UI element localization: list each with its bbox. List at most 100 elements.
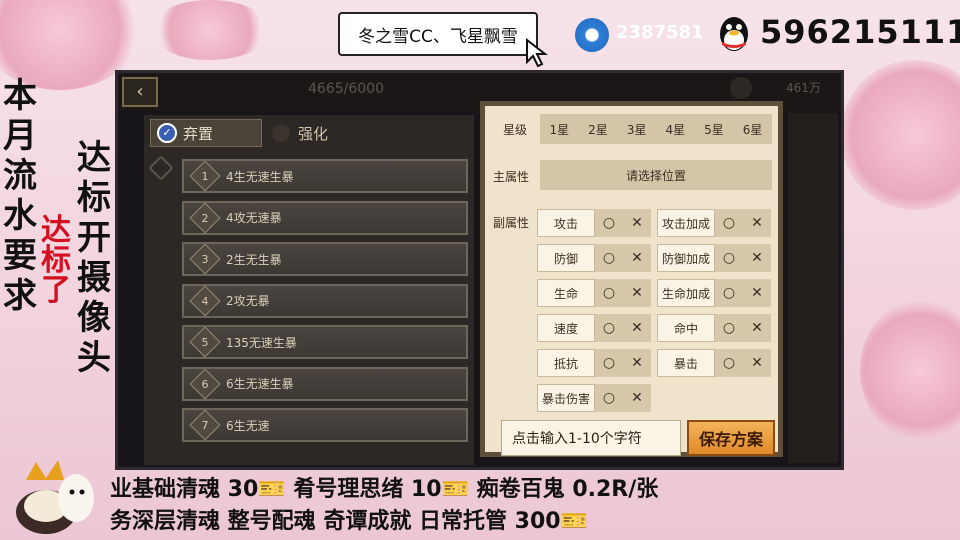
vertical-char: 流 [3,156,37,196]
sub-attr-hp-bonus[interactable]: 生命加成 ○ ✕ [657,279,771,307]
cross-icon[interactable]: ✕ [743,314,771,342]
banner-line-1: 业基础清魂 30🎫 肴号理思绪 10🎫 痴卷百鬼 0.2R/张 [110,477,659,502]
cross-icon[interactable]: ✕ [623,384,651,412]
position-select[interactable]: 请选择位置 [540,160,772,190]
star-option[interactable]: 5星 [704,121,724,138]
circle-icon[interactable]: ○ [715,279,743,307]
plan-number: 7 [201,418,209,432]
circle-icon[interactable]: ○ [715,349,743,377]
circle-icon[interactable]: ○ [715,209,743,237]
input-placeholder: 点击输入1-10个字符 [512,431,642,447]
star-option[interactable]: 6星 [743,121,763,138]
cross-icon[interactable]: ✕ [623,349,651,377]
plan-label: 2生无生暴 [226,252,282,267]
attr-name: 暴击 [657,349,715,377]
cross-icon[interactable]: ✕ [743,279,771,307]
check-icon: ✓ [157,123,177,143]
sub-attr-attack[interactable]: 攻击 ○ ✕ [537,209,651,237]
tab-discard[interactable]: ✓ 弃置 [150,119,262,147]
side-strip [788,113,838,463]
back-arrow-icon[interactable]: ‹ [122,77,158,107]
sub-attr-defense-bonus[interactable]: 防御加成 ○ ✕ [657,244,771,272]
plan-label: 135无速生暴 [226,335,297,350]
star-selector: 1星 2星 3星 4星 5星 6星 [540,114,772,144]
vertical-char: 月 [3,116,37,156]
sub-attr-speed[interactable]: 速度 ○ ✕ [537,314,651,342]
circle-icon[interactable]: ○ [595,349,623,377]
attr-name: 攻击加成 [657,209,715,237]
plan-label: 4攻无速暴 [226,211,282,225]
plan-number-badge: 1 [189,160,221,192]
circle-icon[interactable]: ○ [595,244,623,272]
attr-name: 速度 [537,314,595,342]
plan-label: 6生无速生暴 [226,377,294,391]
tab-enhance-label: 强化 [298,124,329,143]
attr-name: 攻击 [537,209,595,237]
sub-attr-accuracy[interactable]: 命中 ○ ✕ [657,314,771,342]
save-plan-button[interactable]: 保存方案 [687,420,775,456]
soul-plan-panel: ✓ 弃置 强化 1 4生无速生暴 2 4攻无速暴 3 2生无生暴 4 2攻无暴 5 135… [144,115,474,465]
plan-number: 1 [201,169,209,183]
plan-item[interactable]: 3 2生无生暴 [182,242,468,276]
plan-number: 4 [201,294,209,307]
plan-list: 1 4生无速生暴 2 4攻无速暴 3 2生无生暴 4 2攻无暴 5 135无速生暴 6 6生… [182,159,468,450]
sub-attr-resist[interactable]: 抵抗 ○ ✕ [537,349,651,377]
cross-icon[interactable]: ✕ [623,209,651,237]
plan-item[interactable]: 7 6生无速 [182,408,468,442]
cross-icon[interactable]: ✕ [743,209,771,237]
star-option[interactable]: 3星 [627,121,647,138]
social-id: 2387581 [616,22,704,43]
camera-goal-text: 达 标 开 摄 像 头 [74,138,114,378]
plan-item[interactable]: 4 2攻无暴 [182,283,468,318]
sub-attr-attack-bonus[interactable]: 攻击加成 ○ ✕ [657,209,771,237]
circle-icon[interactable]: ○ [595,314,623,342]
filter-dialog: 星级 1星 2星 3星 4星 5星 6星 主属性 请选择位置 副属性 攻击 ○ ✕ … [480,101,783,457]
vertical-char: 开 [77,218,111,258]
cross-icon[interactable]: ✕ [743,349,771,377]
plan-number: 5 [201,335,209,349]
blossom-decoration [150,0,270,60]
plan-number-badge: 4 [189,284,221,317]
cross-icon[interactable]: ✕ [623,279,651,307]
plan-item[interactable]: 1 4生无速生暴 [182,159,468,193]
vertical-char: 像 [77,298,111,338]
star-option[interactable]: 2星 [588,121,608,138]
sub-attr-crit-dmg[interactable]: 暴击伤害 ○ ✕ [537,384,651,412]
plan-number: 6 [201,377,209,390]
sub-attr-defense[interactable]: 防御 ○ ✕ [537,244,651,272]
vertical-char: 求 [3,276,37,316]
tab-enhance[interactable]: 强化 [266,119,378,147]
circle-icon[interactable]: ○ [595,384,623,412]
mouse-pointer-icon [526,38,548,68]
circle-icon[interactable]: ○ [715,244,743,272]
attr-name: 暴击伤害 [537,384,595,412]
sub-attr-hp[interactable]: 生命 ○ ✕ [537,279,651,307]
cross-icon[interactable]: ✕ [743,244,771,272]
vertical-char: 头 [77,338,111,378]
vertical-char: 水 [3,196,37,236]
money-amount: 461万 [786,81,821,95]
plan-item[interactable]: 2 4攻无速暴 [182,200,468,235]
main-attr-label: 主属性 [493,170,530,184]
star-option[interactable]: 4星 [665,121,685,138]
plan-number-badge: 7 [189,409,221,441]
qq-number: 596215111 [760,13,960,51]
plan-item[interactable]: 6 6生无速生暴 [182,366,468,401]
circle-icon[interactable]: ○ [595,279,623,307]
circle-icon[interactable]: ○ [715,314,743,342]
achieved-text: 达 标 了 [36,216,76,306]
enhance-icon [272,124,290,142]
attr-name: 防御加成 [657,244,715,272]
plan-name-input[interactable]: 点击输入1-10个字符 [501,420,681,456]
vertical-char: 标 [77,178,111,218]
soul-capacity: 4665/6000 [308,81,384,97]
sub-attr-crit[interactable]: 暴击 ○ ✕ [657,349,771,377]
plan-item[interactable]: 5 135无速生暴 [182,325,468,359]
attr-name: 生命加成 [657,279,715,307]
tab-discard-label: 弃置 [183,124,214,143]
circle-icon[interactable]: ○ [595,209,623,237]
qq-penguin-icon [720,17,748,51]
cross-icon[interactable]: ✕ [623,314,651,342]
cross-icon[interactable]: ✕ [623,244,651,272]
star-option[interactable]: 1星 [550,121,570,138]
